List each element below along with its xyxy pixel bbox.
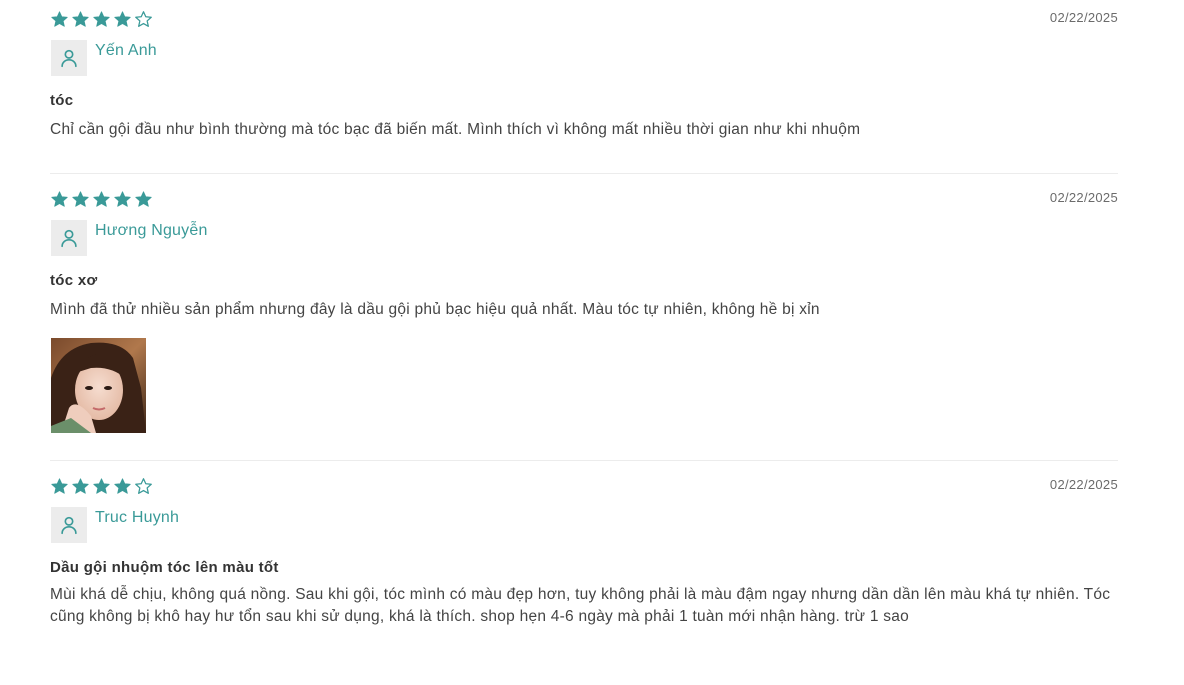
review-date: 02/22/2025	[1049, 477, 1118, 492]
user-icon	[51, 40, 87, 76]
review-title: tóc	[50, 92, 74, 109]
review-header: 02/22/2025	[50, 188, 1118, 216]
review-item: 02/22/2025 Yến Anh tóc Chỉ cần gội đầu n…	[50, 8, 1118, 141]
review-date: 02/22/2025	[1049, 190, 1118, 205]
star-filled-icon	[72, 478, 89, 494]
author-name: Hương Nguyễn	[95, 222, 208, 239]
star-filled-icon	[93, 478, 110, 494]
review-body: Mình đã thử nhiều sản phẩm nhưng đây là …	[50, 301, 820, 318]
star-filled-icon	[72, 11, 89, 27]
star-filled-icon	[51, 478, 68, 494]
review-header: 02/22/2025	[50, 475, 1118, 503]
review-author: Truc Huynh	[50, 507, 1118, 543]
review-item: 02/22/2025 Hương Nguyễn tóc xơ Mình đã t…	[50, 188, 1118, 433]
star-filled-icon	[114, 191, 131, 207]
review-list: 02/22/2025 Yến Anh tóc Chỉ cần gội đầu n…	[0, 0, 1184, 685]
star-filled-icon	[114, 11, 131, 27]
star-rating	[50, 190, 153, 209]
review-item: 02/22/2025 Truc Huynh Dầu gội nhuộm tóc …	[50, 475, 1118, 628]
star-filled-icon	[51, 191, 68, 207]
review-author: Hương Nguyễn	[50, 220, 1118, 256]
divider	[50, 460, 1118, 461]
review-author: Yến Anh	[50, 40, 1118, 76]
divider	[50, 173, 1118, 174]
author-name: Yến Anh	[95, 42, 157, 59]
star-filled-icon	[51, 11, 68, 27]
star-empty-icon	[135, 11, 152, 27]
review-header: 02/22/2025	[50, 8, 1118, 36]
star-empty-icon	[135, 478, 152, 494]
user-icon	[51, 220, 87, 256]
review-photo[interactable]	[51, 338, 146, 433]
review-title: tóc xơ	[50, 272, 98, 289]
user-icon	[51, 507, 87, 543]
star-rating	[50, 477, 153, 496]
star-rating	[50, 10, 153, 29]
star-filled-icon	[93, 11, 110, 27]
review-body: Chỉ cần gội đầu như bình thường mà tóc b…	[50, 121, 861, 138]
review-body: Mùi khá dễ chịu, không quá nồng. Sau khi…	[50, 586, 1111, 625]
author-name: Truc Huynh	[95, 509, 180, 526]
review-title: Dầu gội nhuộm tóc lên màu tốt	[50, 559, 279, 576]
star-filled-icon	[135, 191, 152, 207]
star-filled-icon	[93, 191, 110, 207]
star-filled-icon	[72, 191, 89, 207]
review-date: 02/22/2025	[1049, 10, 1118, 25]
star-filled-icon	[114, 478, 131, 494]
